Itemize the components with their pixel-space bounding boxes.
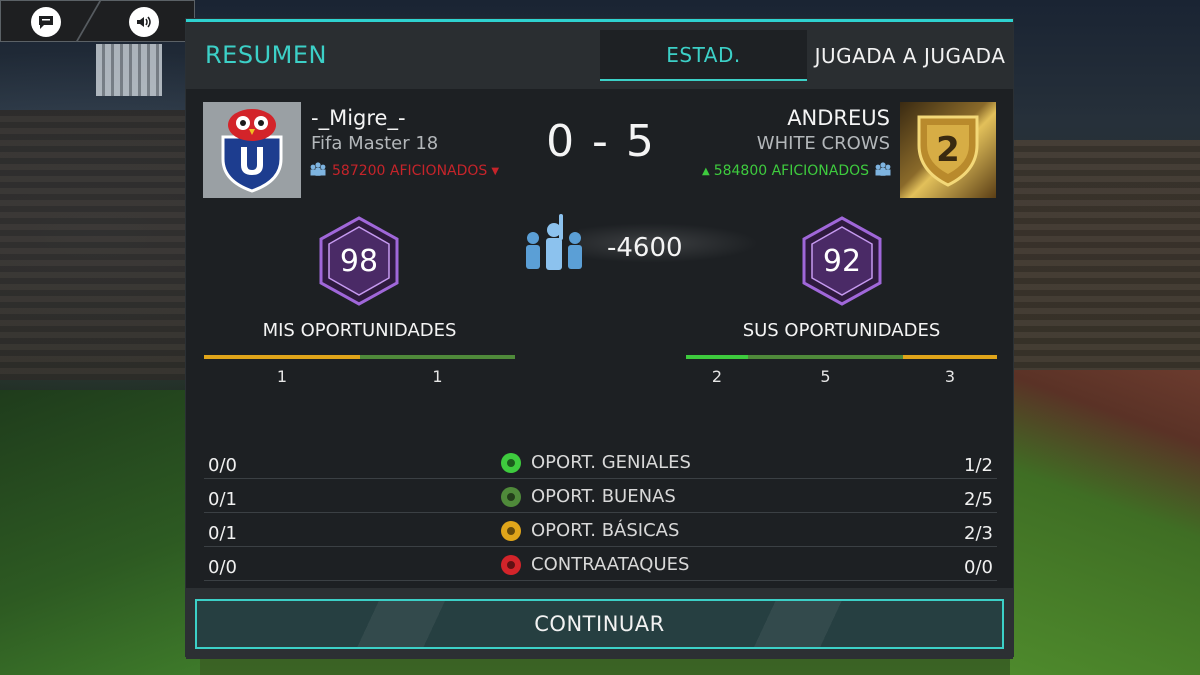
stat-row: 0/0 CONTRAATAQUES 0/0	[204, 547, 997, 581]
home-rating: 98	[339, 243, 379, 279]
away-chances-title: SUS OPORTUNIDADES	[742, 320, 941, 341]
stat-label-text: CONTRAATAQUES	[531, 554, 690, 575]
supporters-icon	[526, 214, 582, 270]
stat-label: OPORT. BUENAS	[501, 486, 676, 507]
panel-header: RESUMEN ESTAD. JUGADA A JUGADA	[186, 22, 1013, 89]
toolbar-separator	[74, 1, 102, 42]
away-fans: ▲ 584800 AFICIONADOS	[702, 162, 893, 180]
page-title: RESUMEN	[205, 41, 327, 69]
stat-away-value: 0/0	[964, 557, 993, 578]
tab-jugada-a-jugada[interactable]: JUGADA A JUGADA	[807, 30, 1013, 81]
match-score: 0 - 5	[546, 116, 656, 167]
away-chance-value: 2	[711, 367, 723, 386]
stat-row: 0/1 OPORT. BUENAS 2/5	[204, 479, 997, 513]
stat-away-value: 2/3	[964, 523, 993, 544]
stat-label-text: OPORT. BUENAS	[531, 486, 676, 507]
stat-home-value: 0/1	[208, 523, 237, 544]
trend-down-icon: ▼	[491, 165, 500, 177]
stat-away-value: 2/5	[964, 489, 993, 510]
continue-area: CONTINUAR	[186, 588, 1013, 659]
pitch-right	[1010, 370, 1200, 675]
away-rating-hex: 92	[800, 215, 884, 307]
away-chance-value: 3	[944, 367, 956, 386]
away-division-badge: 2	[900, 102, 996, 198]
home-chance-value: 1	[276, 367, 288, 386]
home-fans-count: 587200 AFICIONADOS	[332, 163, 488, 179]
top-toolbar	[0, 0, 195, 42]
chat-bubble-icon[interactable]	[31, 7, 61, 37]
away-player-name: ANDREUS	[787, 106, 890, 130]
tab-estad[interactable]: ESTAD.	[600, 30, 807, 81]
home-fans: 587200 AFICIONADOS ▼	[308, 162, 499, 180]
stat-label-text: OPORT. GENIALES	[531, 452, 691, 473]
home-chance-value: 1	[432, 367, 443, 386]
stat-row: 0/1 OPORT. BÁSICAS 2/3	[204, 513, 997, 547]
stat-label-text: OPORT. BÁSICAS	[531, 520, 680, 541]
fans-change-value: -4600	[607, 233, 683, 263]
home-rating-hex: 98	[317, 215, 401, 307]
match-summary-panel: RESUMEN ESTAD. JUGADA A JUGADA -_Migre_-…	[186, 19, 1013, 659]
fans-icon	[873, 162, 893, 180]
stat-label: OPORT. GENIALES	[501, 452, 691, 473]
stat-home-value: 0/0	[208, 557, 237, 578]
away-chances-bar-good	[748, 355, 903, 359]
away-club-name: WHITE CROWS	[756, 133, 890, 154]
home-player-name: -_Migre_-	[311, 106, 406, 130]
pitch-left	[0, 390, 200, 675]
home-club-name: Fifa Master 18	[311, 133, 439, 154]
yellow-ball-icon	[501, 520, 521, 541]
stat-home-value: 0/1	[208, 489, 237, 510]
green-ball-icon	[501, 452, 521, 473]
away-fans-count: 584800 AFICIONADOS	[713, 163, 869, 179]
home-chances-bar-basic	[204, 355, 360, 359]
fans-change: -4600	[519, 208, 759, 278]
stadium-stands-left	[0, 110, 200, 380]
red-ball-icon	[501, 554, 521, 575]
floodlight	[96, 44, 162, 96]
home-chances-title: MIS OPORTUNIDADES	[262, 320, 457, 341]
stat-label: CONTRAATAQUES	[501, 554, 689, 575]
stat-row: 0/0 OPORT. GENIALES 1/2	[204, 445, 997, 479]
stat-away-value: 1/2	[964, 455, 993, 476]
stat-label: OPORT. BÁSICAS	[501, 520, 679, 541]
away-chances-bar-basic	[903, 355, 997, 359]
away-chance-value: 5	[820, 367, 831, 386]
away-badge-number: 2	[936, 130, 960, 170]
home-team-crest	[203, 102, 301, 198]
fans-icon	[308, 162, 328, 180]
home-chances-bar-good	[360, 355, 515, 359]
speaker-icon[interactable]	[129, 7, 159, 37]
stadium-stands-right	[1000, 140, 1200, 380]
away-rating: 92	[822, 243, 862, 279]
dark-green-ball-icon	[501, 486, 521, 507]
trend-up-icon: ▲	[701, 165, 710, 177]
stat-home-value: 0/0	[208, 455, 237, 476]
continue-button[interactable]: CONTINUAR	[195, 599, 1004, 649]
away-chances-bar-great	[686, 355, 748, 359]
